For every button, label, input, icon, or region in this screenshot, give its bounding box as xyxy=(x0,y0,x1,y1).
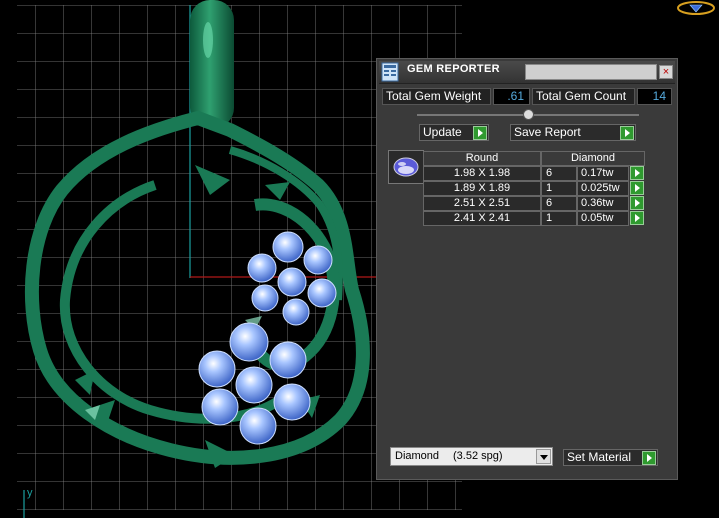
app-logo xyxy=(677,1,715,15)
gem-quantity: 6 xyxy=(541,166,577,181)
total-gem-weight-value: .61 xyxy=(493,88,530,105)
panel-title: GEM REPORTER xyxy=(407,63,500,75)
material-select[interactable]: Diamond (3.52 spg) xyxy=(390,447,553,466)
set-material-arrow-icon xyxy=(642,451,656,465)
bail-highlight xyxy=(203,22,213,58)
dropdown-arrow-icon[interactable] xyxy=(536,449,551,464)
gem-carat-weight: 0.36tw xyxy=(577,196,629,211)
total-gem-count-value: 14 xyxy=(637,88,672,105)
gem-size: 1.98 X 1.98 xyxy=(423,166,541,181)
gem-reporter-icon xyxy=(381,62,399,82)
close-button[interactable]: × xyxy=(659,65,673,79)
gem-quantity: 1 xyxy=(541,181,577,196)
save-report-arrow-icon xyxy=(620,126,634,140)
gem-carat-weight: 0.17tw xyxy=(577,166,629,181)
save-report-button[interactable]: Save Report xyxy=(510,124,636,141)
material-select-value: Diamond xyxy=(395,450,440,462)
row-arrow-icon[interactable] xyxy=(630,181,644,195)
material-header: Diamond xyxy=(541,151,645,166)
gem-quantity: 1 xyxy=(541,211,577,226)
total-gem-weight-label: Total Gem Weight xyxy=(382,88,491,105)
pendant-bail xyxy=(190,0,234,128)
gem-size: 2.41 X 2.41 xyxy=(423,211,541,226)
set-material-button[interactable]: Set Material xyxy=(563,449,658,466)
shape-header: Round xyxy=(423,151,541,166)
gem-reporter-panel: GEM REPORTER × Total Gem Weight .61 Tota… xyxy=(376,58,678,480)
gem-carat-weight: 0.025tw xyxy=(577,181,629,196)
total-gem-count-label: Total Gem Count xyxy=(532,88,635,105)
set-material-label: Set Material xyxy=(567,450,632,464)
gem-size: 2.51 X 2.51 xyxy=(423,196,541,211)
title-bar-fill xyxy=(525,64,657,80)
gem-size: 1.89 X 1.89 xyxy=(423,181,541,196)
gem-carat-weight: 0.05tw xyxy=(577,211,629,226)
update-button[interactable]: Update xyxy=(419,124,489,141)
update-label: Update xyxy=(423,125,462,139)
slider-thumb[interactable] xyxy=(522,109,534,120)
gem-quantity: 6 xyxy=(541,196,577,211)
row-arrow-icon[interactable] xyxy=(630,211,644,225)
axis-label: y xyxy=(27,487,33,499)
material-density: (3.52 spg) xyxy=(453,450,503,462)
title-bar[interactable]: GEM REPORTER × xyxy=(379,61,675,84)
round-gem-icon xyxy=(393,157,419,177)
save-report-label: Save Report xyxy=(514,125,581,139)
row-arrow-icon[interactable] xyxy=(630,196,644,210)
gem-thumbnail[interactable] xyxy=(388,150,424,184)
row-arrow-icon[interactable] xyxy=(630,166,644,180)
update-arrow-icon xyxy=(473,126,487,140)
